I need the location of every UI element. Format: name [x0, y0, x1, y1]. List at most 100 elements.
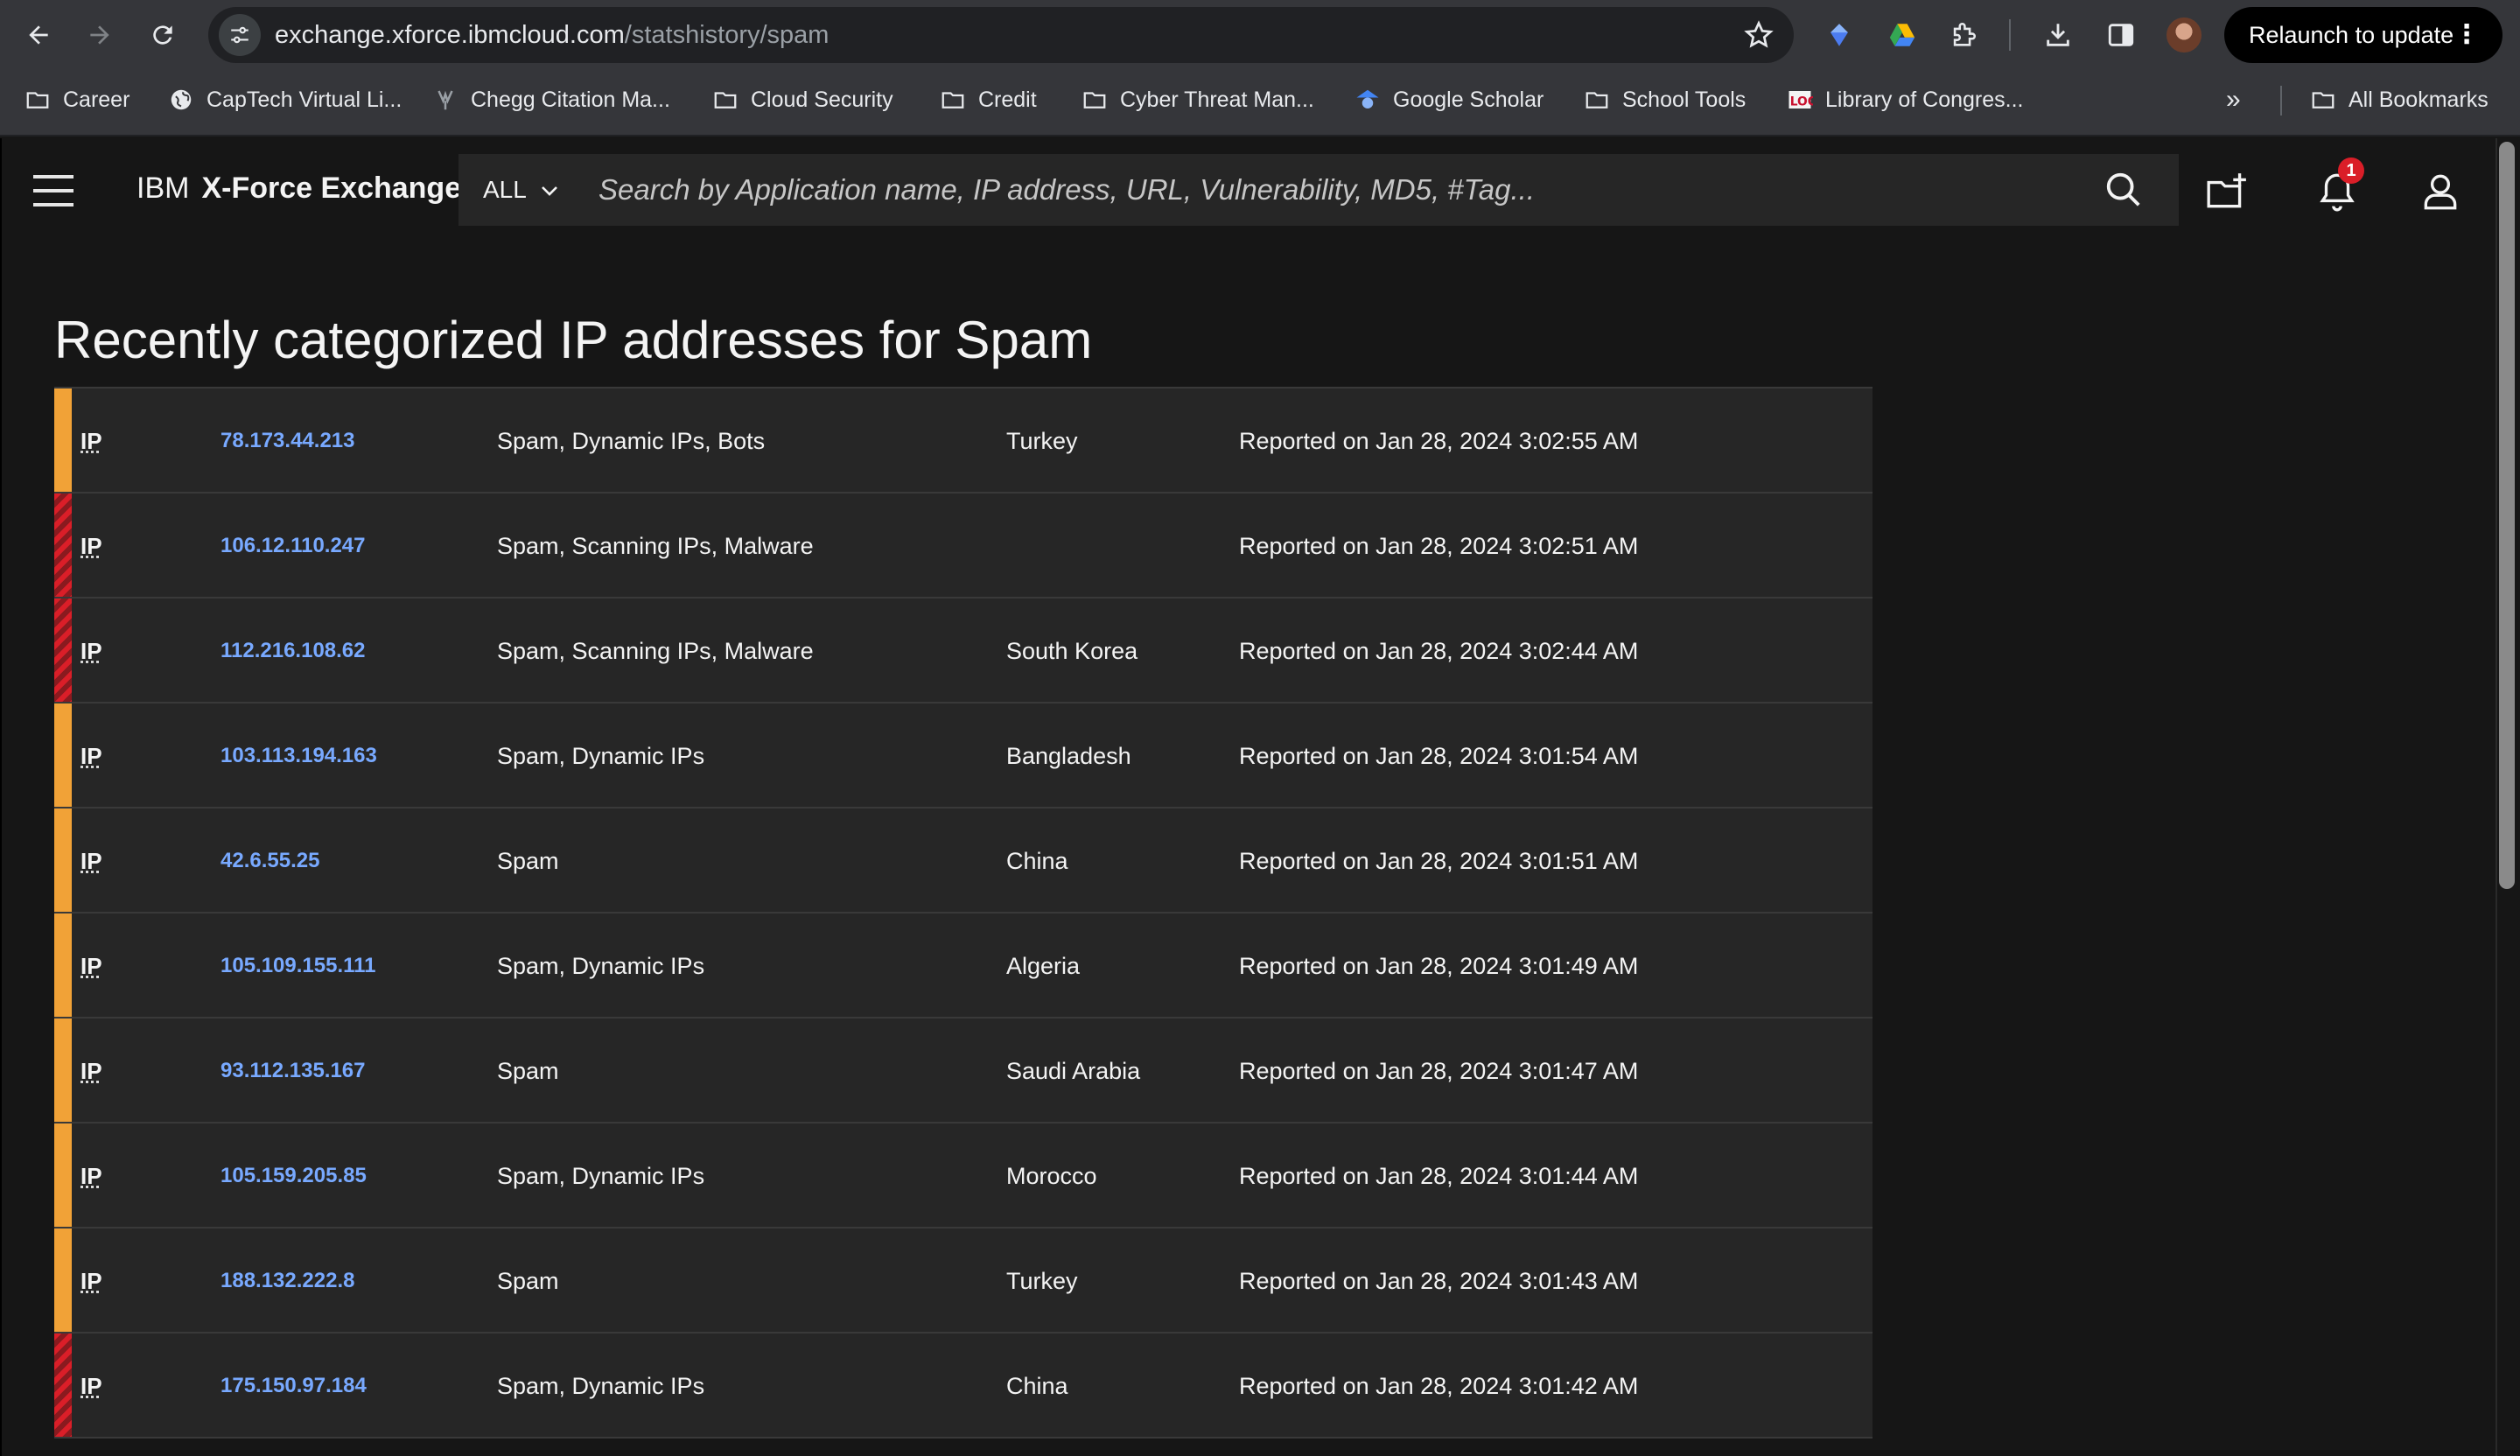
type-label[interactable]: IP: [80, 1334, 102, 1438]
type-label[interactable]: IP: [80, 1228, 102, 1334]
bookmark-library-of-congress[interactable]: LOC Library of Congres...: [1787, 82, 2024, 117]
country-text: Saudi Arabia: [1006, 1058, 1141, 1084]
brand-logo[interactable]: IBM X-Force Exchange: [136, 172, 461, 206]
ip-report-table: IP 78.173.44.213 Spam, Dynamic IPs, Bots…: [54, 387, 1872, 1438]
bookmark-captech[interactable]: CapTech Virtual Li...: [168, 82, 402, 117]
page-scrollbar-thumb[interactable]: [2499, 142, 2515, 889]
ip-link[interactable]: 112.216.108.62: [220, 598, 366, 704]
table-row[interactable]: IP 188.132.222.8 Spam Turkey Reported on…: [54, 1228, 1872, 1334]
type-label[interactable]: IP: [80, 808, 102, 914]
type-label[interactable]: IP: [80, 1124, 102, 1228]
google-drive-icon[interactable]: [1883, 16, 1922, 54]
reported-date: Reported on Jan 28, 2024 3:01:47 AM: [1239, 1058, 1639, 1084]
forward-icon[interactable]: [77, 12, 122, 58]
relaunch-button[interactable]: Relaunch to update ⋮: [2224, 7, 2502, 63]
ip-link[interactable]: 188.132.222.8: [220, 1228, 354, 1334]
folder-icon: [2310, 87, 2336, 113]
categories-text: Spam, Dynamic IPs: [497, 953, 705, 979]
categories-text: Spam: [497, 1268, 559, 1294]
categories-text: Spam, Dynamic IPs: [497, 1373, 705, 1399]
url-text: exchange.xforce.ibmcloud.com/statshistor…: [275, 21, 830, 49]
ip-link[interactable]: 103.113.194.163: [220, 704, 377, 808]
reported-date: Reported on Jan 28, 2024 3:02:44 AM: [1239, 638, 1639, 664]
type-label[interactable]: IP: [80, 494, 102, 598]
folder-icon: [1584, 87, 1610, 113]
table-row[interactable]: IP 106.12.110.247 Spam, Scanning IPs, Ma…: [54, 494, 1872, 598]
extension-blue-icon[interactable]: [1820, 16, 1858, 54]
menu-dots-icon[interactable]: ⋮: [2454, 7, 2480, 63]
app-header: IBMX-Force Exchange ALL 1: [2, 138, 2496, 242]
reported-date: Reported on Jan 28, 2024 3:01:54 AM: [1239, 743, 1639, 769]
bookmark-chegg[interactable]: Chegg Citation Ma...: [432, 82, 670, 117]
ip-link[interactable]: 175.150.97.184: [220, 1334, 367, 1438]
categories-text: Spam: [497, 1058, 559, 1084]
search-scope-dropdown[interactable]: ALL: [458, 154, 578, 226]
table-row[interactable]: IP 78.173.44.213 Spam, Dynamic IPs, Bots…: [54, 388, 1872, 494]
risk-indicator: [54, 1124, 72, 1227]
chevron-down-icon: [542, 186, 557, 196]
new-collection-icon[interactable]: [2205, 170, 2249, 214]
type-label[interactable]: IP: [80, 704, 102, 808]
loc-icon: LOC: [1787, 87, 1813, 113]
download-icon[interactable]: [2039, 16, 2077, 54]
categories-text: Spam, Scanning IPs, Malware: [497, 533, 814, 559]
bookmark-credit[interactable]: Credit: [940, 82, 1037, 117]
type-label[interactable]: IP: [80, 1018, 102, 1124]
ip-link[interactable]: 106.12.110.247: [220, 494, 366, 598]
bookmark-google-scholar[interactable]: Google Scholar: [1354, 82, 1544, 117]
ip-link[interactable]: 42.6.55.25: [220, 808, 319, 914]
risk-indicator: [54, 1228, 72, 1332]
risk-indicator: [54, 914, 72, 1017]
categories-text: Spam, Dynamic IPs: [497, 1163, 705, 1189]
all-bookmarks[interactable]: All Bookmarks: [2310, 82, 2488, 117]
folder-icon: [1082, 87, 1108, 113]
ip-link[interactable]: 105.109.155.111: [220, 914, 376, 1018]
chegg-icon: [432, 87, 458, 113]
reload-icon[interactable]: [140, 12, 186, 58]
table-row[interactable]: IP 105.109.155.111 Spam, Dynamic IPs Alg…: [54, 914, 1872, 1018]
extensions-puzzle-icon[interactable]: [1944, 16, 1983, 54]
ip-link[interactable]: 93.112.135.167: [220, 1018, 366, 1124]
table-row[interactable]: IP 42.6.55.25 Spam China Reported on Jan…: [54, 808, 1872, 914]
table-row[interactable]: IP 175.150.97.184 Spam, Dynamic IPs Chin…: [54, 1334, 1872, 1438]
more-bookmarks-chevron-icon[interactable]: »: [2226, 82, 2241, 117]
bookmark-cyber-threat[interactable]: Cyber Threat Man...: [1082, 82, 1314, 117]
hamburger-menu-icon[interactable]: [33, 175, 74, 206]
reported-date: Reported on Jan 28, 2024 3:01:49 AM: [1239, 953, 1639, 979]
table-row[interactable]: IP 112.216.108.62 Spam, Scanning IPs, Ma…: [54, 598, 1872, 704]
bookmark-school-tools[interactable]: School Tools: [1584, 82, 1746, 117]
country-text: Morocco: [1006, 1163, 1097, 1189]
user-profile-icon[interactable]: [2418, 170, 2462, 214]
ip-link[interactable]: 105.159.205.85: [220, 1124, 367, 1228]
bookmark-career[interactable]: Career: [24, 82, 130, 117]
site-settings-icon[interactable]: [219, 14, 261, 56]
type-label[interactable]: IP: [80, 598, 102, 704]
type-label[interactable]: IP: [80, 914, 102, 1018]
categories-text: Spam: [497, 848, 559, 874]
scholar-icon: [1354, 87, 1381, 113]
notification-count-badge: 1: [2338, 158, 2364, 184]
ip-link[interactable]: 78.173.44.213: [220, 388, 354, 494]
risk-indicator: [54, 808, 72, 912]
bookmarks-divider: [2280, 86, 2282, 116]
side-panel-icon[interactable]: [2102, 16, 2140, 54]
reported-date: Reported on Jan 28, 2024 3:01:42 AM: [1239, 1373, 1639, 1399]
folder-icon: [24, 87, 51, 113]
back-icon[interactable]: [16, 12, 61, 58]
bookmark-cloud-security[interactable]: Cloud Security: [712, 82, 893, 117]
search-icon[interactable]: [2104, 170, 2144, 210]
table-row[interactable]: IP 103.113.194.163 Spam, Dynamic IPs Ban…: [54, 704, 1872, 808]
type-label[interactable]: IP: [80, 388, 102, 494]
profile-avatar[interactable]: [2166, 18, 2202, 52]
search-input[interactable]: [598, 154, 2086, 226]
bookmark-star-icon[interactable]: [1743, 19, 1774, 51]
address-bar[interactable]: exchange.xforce.ibmcloud.com/statshistor…: [208, 7, 1794, 63]
table-row[interactable]: IP 93.112.135.167 Spam Saudi Arabia Repo…: [54, 1018, 1872, 1124]
reported-date: Reported on Jan 28, 2024 3:01:44 AM: [1239, 1163, 1639, 1189]
page-content: IBMX-Force Exchange ALL 1 Recently categ…: [0, 138, 2496, 1456]
country-text: South Korea: [1006, 638, 1138, 664]
table-row[interactable]: IP 105.159.205.85 Spam, Dynamic IPs Moro…: [54, 1124, 1872, 1228]
risk-indicator: [54, 1334, 72, 1437]
reported-date: Reported on Jan 28, 2024 3:01:51 AM: [1239, 848, 1639, 874]
globe-icon: [168, 87, 194, 113]
